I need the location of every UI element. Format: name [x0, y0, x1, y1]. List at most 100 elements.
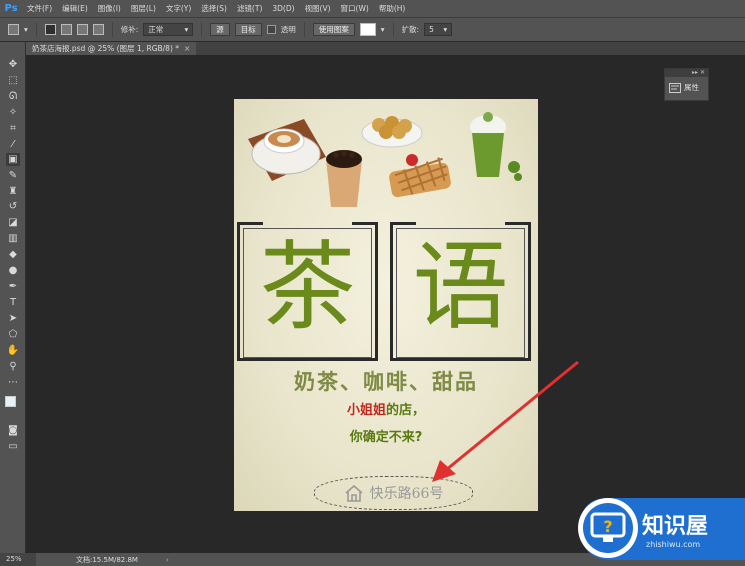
pen-tool-icon[interactable]: ✒ [6, 280, 20, 293]
add-selection-icon[interactable] [60, 24, 72, 35]
magic-wand-icon[interactable]: ✧ [6, 106, 20, 119]
menu-3d[interactable]: 3D(D) [267, 4, 299, 13]
poster-tagline-highlight: 小姐姐 [346, 403, 386, 418]
crop-tool-icon[interactable]: ⌗ [6, 122, 20, 135]
matcha-drink-image [470, 112, 522, 181]
status-menu-arrow[interactable]: › [166, 556, 169, 564]
blur-tool-icon[interactable]: ◆ [6, 248, 20, 261]
properties-icon [669, 82, 681, 93]
patch-tool-icon[interactable]: ▣ [6, 153, 20, 166]
mode-select[interactable]: 正常 ▾ [143, 23, 194, 36]
menu-help[interactable]: 帮助(H) [374, 3, 411, 14]
brush-tool-icon[interactable]: ✎ [6, 169, 20, 182]
poster-char-tea: 茶 [259, 231, 356, 343]
hand-tool-icon[interactable]: ✋ [6, 344, 20, 357]
poster-tagline: 小姐姐的店， [234, 399, 538, 418]
menu-edit[interactable]: 编辑(E) [57, 3, 93, 14]
properties-label: 属性 [684, 83, 699, 92]
tools-panel: ✥ ⬚ ᘏ ✧ ⌗ ⁄ ▣ ✎ ♜ ↺ ◪ ▥ ◆ ● ✒ T ➤ ⬠ ✋ ⚲ … [0, 42, 26, 553]
document-tab-title: 奶茶店海报.psd @ 25% (图层 1, RGB/8) * [32, 44, 180, 53]
zoom-level[interactable]: 25% [0, 553, 36, 566]
waffle-image [389, 154, 451, 198]
menu-select[interactable]: 选择(S) [196, 3, 232, 14]
diffusion-select[interactable]: 5 ▾ [424, 23, 453, 36]
food-images [248, 112, 522, 207]
frame-corner [390, 222, 416, 225]
diffusion-value: 5 [429, 25, 434, 34]
history-brush-icon[interactable]: ↺ [6, 200, 20, 213]
gradient-tool-icon[interactable]: ▥ [6, 232, 20, 245]
menu-type[interactable]: 文字(Y) [161, 3, 196, 14]
document-tab[interactable]: 奶茶店海报.psd @ 25% (图层 1, RGB/8) * × [26, 42, 197, 55]
mode-value: 正常 [148, 25, 164, 34]
chevron-down-icon[interactable]: ▾ [24, 25, 28, 34]
poster-headline: 奶茶、咖啡、甜品 [294, 370, 478, 394]
poster-tagline-rest: 的店， [386, 403, 426, 418]
subtract-selection-icon[interactable] [76, 24, 88, 35]
eyedropper-tool-icon[interactable]: ⁄ [6, 138, 20, 151]
photoshop-logo: Ps [4, 3, 18, 14]
move-tool-icon[interactable]: ✥ [6, 58, 20, 71]
foreground-color-swatch[interactable] [5, 396, 16, 407]
divider [392, 22, 394, 37]
frame-corner [352, 222, 378, 225]
chevron-down-icon: ▾ [443, 25, 448, 34]
frame-bottom [390, 358, 531, 361]
chevron-down-icon[interactable]: ▾ [381, 25, 385, 34]
svg-text:?: ? [603, 517, 612, 536]
use-pattern-button[interactable]: 使用图案 [312, 23, 355, 36]
quick-mask-icon[interactable]: ◙ [6, 424, 20, 437]
eraser-tool-icon[interactable]: ◪ [6, 216, 20, 229]
menu-file[interactable]: 文件(F) [22, 3, 57, 14]
watermark-logo: ? 知识屋 zhishiwu.com [570, 490, 745, 566]
source-button[interactable]: 源 [210, 23, 230, 36]
intersect-selection-icon[interactable] [92, 24, 104, 35]
address-text: 快乐路66号 [369, 486, 444, 502]
coffee-cup-image [248, 119, 326, 181]
transparent-checkbox[interactable] [266, 25, 276, 34]
menu-layer[interactable]: 图层(L) [126, 3, 161, 14]
frame-corner [237, 222, 263, 225]
panel-controls[interactable]: ▸▸ ✕ [665, 69, 708, 77]
divider [35, 22, 37, 37]
zoom-tool-icon[interactable]: ⚲ [6, 360, 20, 373]
menu-filter[interactable]: 滤镜(T) [232, 3, 267, 14]
path-select-icon[interactable]: ➤ [6, 312, 20, 325]
menu-view[interactable]: 视图(V) [300, 3, 336, 14]
stamp-tool-icon[interactable]: ♜ [6, 185, 20, 198]
watermark-url: zhishiwu.com [646, 540, 701, 549]
more-tools-icon[interactable]: ⋯ [6, 376, 20, 389]
lasso-tool-icon[interactable]: ᘏ [6, 90, 20, 103]
document-tab-bar: 奶茶店海报.psd @ 25% (图层 1, RGB/8) * × [26, 42, 745, 55]
properties-tab[interactable]: 属性 [665, 77, 708, 98]
menu-bar: Ps 文件(F) 编辑(E) 图像(I) 图层(L) 文字(Y) 选择(S) 滤… [0, 0, 745, 17]
marquee-tool-icon[interactable]: ⬚ [6, 74, 20, 87]
pattern-swatch-icon[interactable] [359, 23, 376, 36]
watermark-brand: 知识屋 [642, 514, 709, 539]
bubble-tea-image [326, 150, 362, 207]
address-selection[interactable]: 快乐路66号 [314, 476, 473, 510]
transparent-label: 透明 [280, 25, 296, 34]
chevron-down-icon: ▾ [184, 25, 189, 34]
close-icon[interactable]: × [184, 44, 190, 53]
divider [111, 22, 113, 37]
dodge-tool-icon[interactable]: ● [6, 264, 20, 277]
menu-window[interactable]: 窗口(W) [336, 3, 374, 14]
home-icon [345, 484, 363, 502]
type-tool-icon[interactable]: T [6, 296, 20, 309]
options-bar: ▾ 修补: 正常 ▾ 源 目标 透明 使用图案 ▾ 扩散: 5 ▾ [0, 17, 745, 42]
divider [201, 22, 203, 37]
screen-mode-icon[interactable]: ▭ [6, 440, 20, 453]
poster-question: 你确定不来? [349, 430, 423, 445]
tea-char-frame-1: 茶 [237, 222, 378, 361]
new-selection-icon[interactable] [44, 24, 56, 35]
menu-image[interactable]: 图像(I) [93, 3, 126, 14]
diffusion-label: 扩散: [401, 25, 420, 34]
patch-tool-icon[interactable] [8, 24, 19, 35]
poster-canvas[interactable]: 茶 语 奶茶、咖啡、甜品 小姐姐的店， 你确定不来? 快乐路66号 [234, 99, 538, 511]
takoyaki-image [361, 116, 423, 148]
target-button[interactable]: 目标 [234, 23, 262, 36]
divider [303, 22, 305, 37]
shape-tool-icon[interactable]: ⬠ [6, 328, 20, 341]
poster-char-language: 语 [412, 231, 509, 343]
